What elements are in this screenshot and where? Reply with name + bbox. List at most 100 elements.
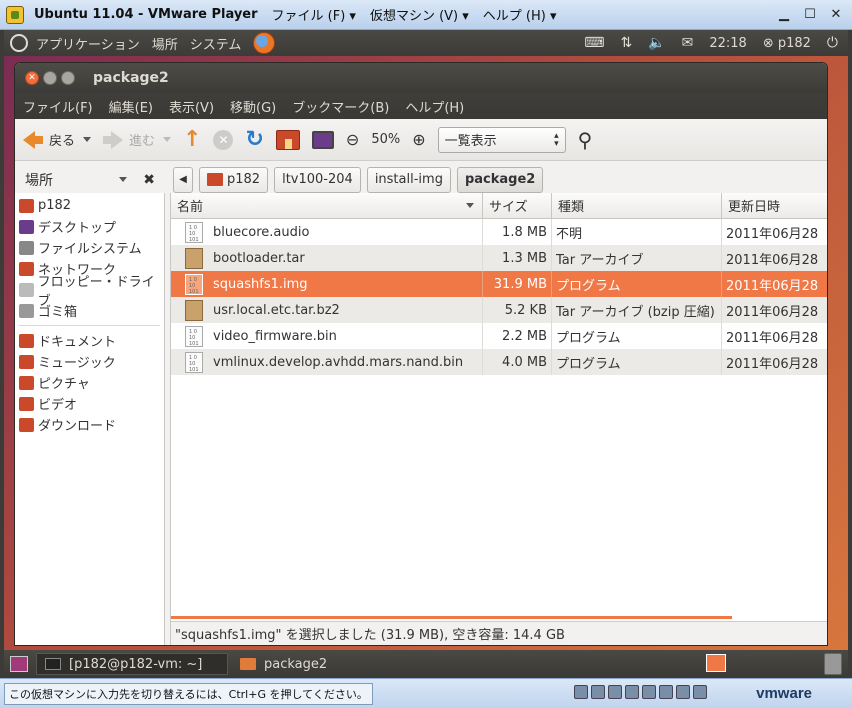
- vmware-logo: vmware: [756, 685, 812, 702]
- sidebar-item-floppy[interactable]: フロッピー・ドライブ: [15, 275, 164, 309]
- column-header: 名前 サイズ 種類 更新日時: [171, 193, 827, 219]
- horizontal-scrollbar[interactable]: [171, 616, 732, 619]
- table-row-selected[interactable]: 1 0 10 101 squashfs1.img 31.9 MB プログラム 2011…: [171, 271, 827, 297]
- table-row[interactable]: usr.local.etc.tar.bz2 5.2 KB Tar アーカイブ (…: [171, 297, 827, 323]
- view-mode-select[interactable]: 一覧表示 ▴ ▾: [437, 126, 566, 153]
- volume-icon[interactable]: 🔈: [648, 35, 665, 51]
- sidebar-item-desktop[interactable]: デスクトップ: [15, 216, 164, 237]
- menu-system[interactable]: システム: [190, 34, 242, 53]
- taskbar-terminal[interactable]: [p182@p182-vm: ~]: [36, 653, 228, 675]
- vmware-titlebar: Ubuntu 11.04 - VMware Player ファイル (F) ▾ …: [0, 0, 852, 30]
- sidebar-divider: [19, 325, 160, 326]
- menu-view[interactable]: 表示(V): [169, 97, 214, 116]
- mail-icon[interactable]: ✉: [682, 35, 694, 51]
- folder-icon: [19, 396, 34, 411]
- menu-file[interactable]: ファイル(F): [23, 97, 93, 116]
- sidebar-item-pictures[interactable]: ピクチャ: [15, 372, 164, 393]
- cdrom-icon[interactable]: [591, 685, 605, 699]
- breadcrumb-home[interactable]: p182: [199, 166, 269, 193]
- view-mode-value: 一覧表示: [444, 134, 497, 149]
- column-size[interactable]: サイズ: [483, 193, 552, 218]
- workspace-switcher[interactable]: [706, 654, 726, 672]
- home-button[interactable]: [275, 129, 300, 150]
- sidebar-item-documents[interactable]: ドキュメント: [15, 330, 164, 351]
- network-icon[interactable]: ⇅: [620, 35, 632, 51]
- folder-icon: [19, 333, 34, 348]
- file-name: bluecore.audio: [213, 224, 310, 240]
- chevron-down-icon[interactable]: [119, 177, 128, 182]
- network-adapter-icon[interactable]: [625, 685, 639, 699]
- sidebar-item-filesystem[interactable]: ファイルシステム: [15, 237, 164, 258]
- up-button[interactable]: ↑: [183, 127, 201, 152]
- sidebar-item-downloads[interactable]: ダウンロード: [15, 414, 164, 435]
- breadcrumb-item[interactable]: install-img: [366, 166, 451, 193]
- vmware-status-message: この仮想マシンに入力先を切り替えるには、Ctrl+G を押してください。: [4, 682, 373, 705]
- vmware-app-icon: [6, 5, 24, 24]
- maximize-button[interactable]: ☐: [798, 4, 822, 24]
- menu-bookmarks[interactable]: ブックマーク(B): [292, 97, 389, 116]
- sidebar-item-label: ピクチャ: [38, 377, 90, 392]
- close-button[interactable]: ✕: [824, 4, 848, 24]
- firefox-icon[interactable]: [253, 32, 276, 54]
- window-close-icon[interactable]: ✕: [25, 71, 39, 85]
- user-menu[interactable]: ⊗ p182: [763, 36, 811, 51]
- back-button[interactable]: 戻る: [23, 130, 92, 149]
- window-minimize-icon[interactable]: [43, 71, 57, 85]
- breadcrumb-current[interactable]: package2: [456, 166, 544, 193]
- reload-button[interactable]: ↻: [245, 127, 263, 152]
- menu-help[interactable]: ヘルプ(H): [405, 97, 464, 116]
- reload-icon: ↻: [245, 127, 264, 152]
- vmware-menu-file[interactable]: ファイル (F) ▾: [272, 5, 356, 24]
- computer-button[interactable]: [311, 130, 334, 149]
- vmware-menu-help[interactable]: ヘルプ (H) ▾: [483, 5, 557, 24]
- window-body: p182 デスクトップ ファイルシステム ネットワーク フロッピー・ドライブ ゴ…: [15, 193, 827, 645]
- file-date: 2011年06月28: [726, 252, 819, 268]
- sidebar-item-videos[interactable]: ビデオ: [15, 393, 164, 414]
- menu-edit[interactable]: 編集(E): [109, 97, 153, 116]
- network-folder-icon: [19, 261, 34, 276]
- zoom-out-button[interactable]: ⊖: [346, 130, 359, 149]
- user-icon: ⊗: [762, 35, 778, 51]
- table-row[interactable]: 1 0 10 101 video_firmware.bin 2.2 MB プログラム …: [171, 323, 827, 349]
- display-icon[interactable]: [693, 685, 707, 699]
- ubuntu-logo-icon[interactable]: [10, 34, 28, 52]
- table-row[interactable]: 1 0 10 101 bluecore.audio 1.8 MB 不明 2011年06…: [171, 219, 827, 245]
- keyboard-icon[interactable]: ⌨: [584, 35, 604, 51]
- sidebar-item-music[interactable]: ミュージック: [15, 351, 164, 372]
- printer-icon[interactable]: [676, 685, 690, 699]
- chevron-down-icon[interactable]: [83, 137, 92, 142]
- close-sidebar-icon[interactable]: ✖: [143, 172, 155, 188]
- hdd-icon[interactable]: [574, 685, 588, 699]
- column-name[interactable]: 名前: [171, 193, 483, 218]
- clock[interactable]: 22:18: [709, 36, 746, 51]
- stop-button[interactable]: ✕: [213, 129, 234, 150]
- column-date[interactable]: 更新日時: [722, 193, 827, 218]
- vmware-menu-vm[interactable]: 仮想マシン (V) ▾: [370, 5, 469, 24]
- window-titlebar: ✕ package2: [15, 63, 827, 93]
- breadcrumb-item[interactable]: ltv100-204: [274, 166, 361, 193]
- sidebar-item-home[interactable]: p182: [15, 195, 164, 216]
- window-maximize-icon[interactable]: [61, 71, 75, 85]
- table-row[interactable]: bootloader.tar 1.3 MB Tar アーカイブ 2011年06月…: [171, 245, 827, 271]
- chevron-down-icon[interactable]: [163, 137, 172, 142]
- floppy-icon[interactable]: [608, 685, 622, 699]
- column-type[interactable]: 種類: [552, 193, 722, 218]
- taskbar-file-manager[interactable]: package2: [232, 653, 422, 675]
- minimize-button[interactable]: ▁: [772, 4, 796, 24]
- breadcrumb-left-icon[interactable]: ◀: [173, 166, 193, 193]
- forward-button[interactable]: 進む: [103, 130, 172, 149]
- usb-icon[interactable]: [642, 685, 656, 699]
- menu-go[interactable]: 移動(G): [230, 97, 276, 116]
- sidebar-type-select[interactable]: 場所: [25, 170, 53, 190]
- trash-icon[interactable]: [824, 653, 842, 675]
- zoom-out-icon: ⊖: [345, 130, 360, 149]
- search-button[interactable]: ⚲: [578, 128, 593, 152]
- show-desktop-icon[interactable]: [10, 656, 28, 672]
- power-icon[interactable]: ⏻: [827, 35, 838, 51]
- zoom-in-button[interactable]: ⊕: [412, 130, 425, 149]
- file-date: 2011年06月28: [726, 356, 819, 372]
- menu-applications[interactable]: アプリケーション: [36, 34, 140, 53]
- sound-icon[interactable]: [659, 685, 673, 699]
- table-row[interactable]: 1 0 10 101 vmlinux.develop.avhdd.mars.nand.…: [171, 349, 827, 375]
- menu-places[interactable]: 場所: [152, 34, 178, 53]
